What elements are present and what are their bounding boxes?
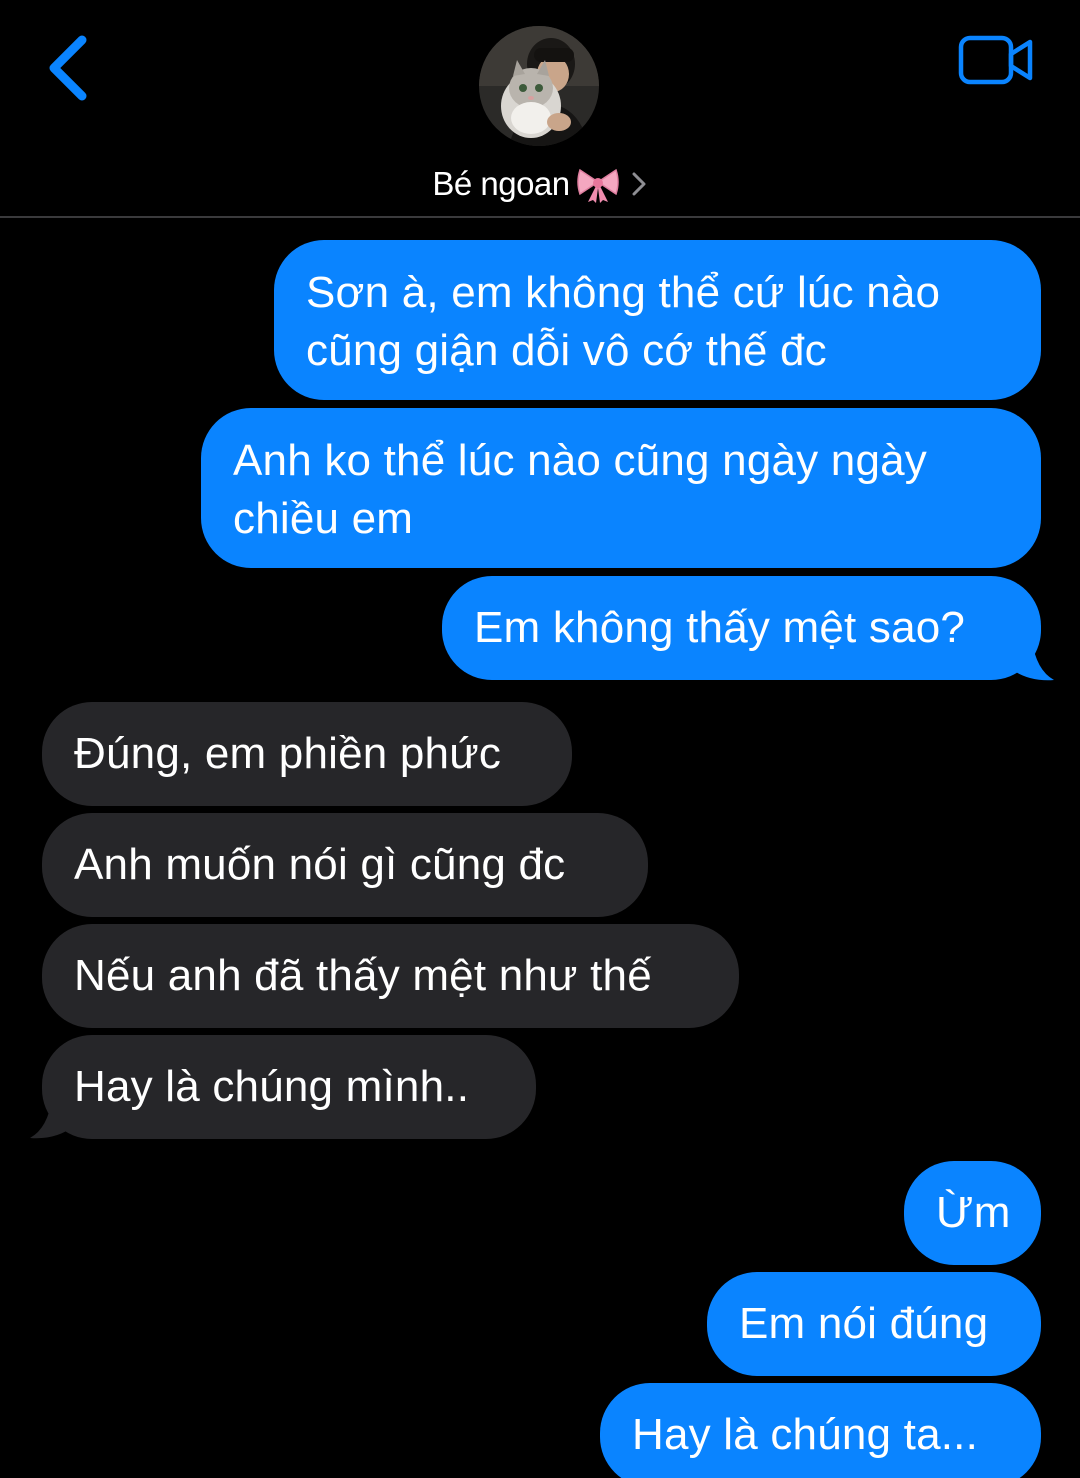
bubble-tail-sent xyxy=(1010,640,1054,681)
contact-avatar[interactable] xyxy=(479,26,599,146)
message-bubble-sent[interactable]: Sơn à, em không thể cứ lúc nào cũng giận… xyxy=(274,240,1041,400)
message-text: cũng giận dỗi vô cớ thế đc xyxy=(306,326,827,375)
message-bubble-sent[interactable]: Em nói đúng xyxy=(707,1272,1041,1376)
message-bubble-received[interactable]: Anh muốn nói gì cũng đc xyxy=(42,813,648,917)
chat-screen: Bé ngoan Sơn à, em không thể cứ lúc nào … xyxy=(0,0,1080,1478)
contact-name: Bé ngoan xyxy=(432,165,570,202)
message-bubble-received[interactable]: Nếu anh đã thấy mệt như thế xyxy=(42,924,739,1028)
message-bubble-sent[interactable]: Ừm xyxy=(904,1161,1041,1265)
message-bubble-sent[interactable]: Em không thấy mệt sao? xyxy=(442,576,1041,680)
message-text: chiều em xyxy=(233,494,414,543)
message-text: Hay là chúng ta... xyxy=(632,1410,979,1459)
message-text: Nếu anh đã thấy mệt như thế xyxy=(74,951,652,1000)
back-button[interactable] xyxy=(40,30,100,110)
chevron-left-icon xyxy=(49,35,87,101)
message-bubble-sent[interactable]: Anh ko thể lúc nào cũng ngày ngày chiều … xyxy=(201,408,1041,568)
message-text: Sơn à, em không thể cứ lúc nào xyxy=(306,268,941,317)
message-bubble-received[interactable]: Đúng, em phiền phức xyxy=(42,702,572,806)
message-bubble-sent[interactable]: Hay là chúng ta... xyxy=(600,1383,1041,1478)
avatar-photo xyxy=(479,26,599,146)
message-text: Em nói đúng xyxy=(739,1299,989,1348)
message-text: Đúng, em phiền phức xyxy=(74,729,502,778)
bubble-tail-received xyxy=(30,1098,74,1139)
message-text: Ừm xyxy=(936,1188,1011,1237)
chevron-right-icon xyxy=(632,172,646,196)
message-text: Anh ko thể lúc nào cũng ngày ngày xyxy=(233,436,927,485)
message-text: Anh muốn nói gì cũng đc xyxy=(74,840,566,889)
video-call-button[interactable] xyxy=(954,32,1038,88)
contact-name-button[interactable]: Bé ngoan xyxy=(0,158,1080,210)
chat-header: Bé ngoan xyxy=(0,0,1080,218)
message-text: Hay là chúng mình.. xyxy=(74,1062,470,1111)
ribbon-bow-icon xyxy=(576,168,619,203)
message-text: Em không thấy mệt sao? xyxy=(474,603,966,652)
message-bubble-received[interactable]: Hay là chúng mình.. xyxy=(42,1035,536,1139)
video-camera-icon xyxy=(958,35,1033,85)
